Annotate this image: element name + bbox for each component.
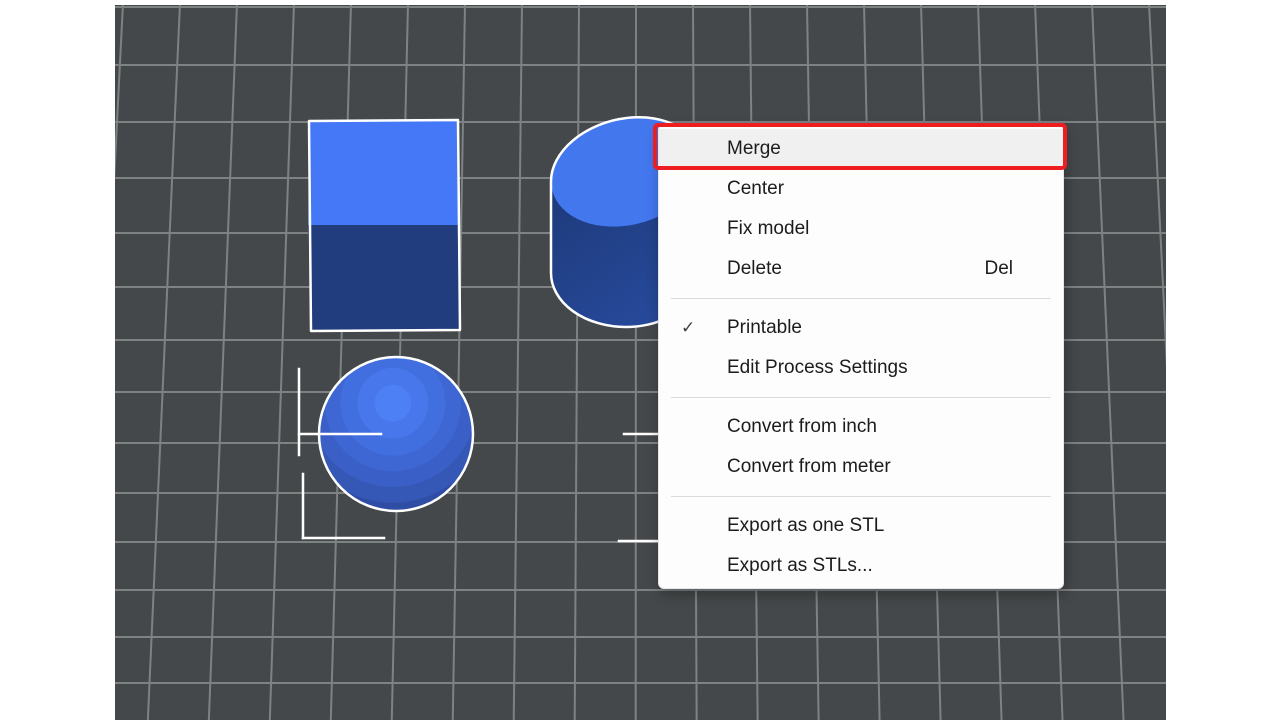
menu-item-label: Convert from inch [727, 416, 877, 438]
menu-item-label: Fix model [727, 218, 809, 240]
menu-item-center[interactable]: Center [659, 169, 1063, 209]
menu-item-export-as-one-stl[interactable]: Export as one STL [659, 506, 1063, 546]
menu-item-printable[interactable]: ✓ Printable [659, 308, 1063, 348]
menu-item-shortcut: Del [984, 258, 1063, 280]
menu-separator [671, 496, 1051, 497]
cube-front-face [308, 225, 460, 331]
menu-item-edit-process-settings[interactable]: Edit Process Settings [659, 348, 1063, 388]
slicer-screenshot: { "scene": { "plate_color": "#45484a", "… [0, 0, 1280, 720]
menu-item-label: Center [727, 178, 784, 200]
menu-item-label: Merge [727, 138, 781, 160]
checkmark-icon: ✓ [659, 318, 727, 338]
menu-item-fix-model[interactable]: Fix model [659, 209, 1063, 249]
menu-item-label: Printable [727, 317, 802, 339]
cube-model[interactable] [308, 120, 460, 331]
menu-separator [671, 298, 1051, 299]
menu-item-convert-from-meter[interactable]: Convert from meter [659, 447, 1063, 487]
menu-item-convert-from-inch[interactable]: Convert from inch [659, 407, 1063, 447]
menu-item-export-as-stls[interactable]: Export as STLs... [659, 546, 1063, 586]
cube-top-face [308, 120, 459, 225]
menu-item-label: Convert from meter [727, 456, 891, 478]
context-menu: Merge Center Fix model Delete Del ✓ Prin… [658, 124, 1064, 589]
menu-item-label: Export as one STL [727, 515, 884, 537]
menu-item-label: Edit Process Settings [727, 357, 908, 379]
menu-item-label: Export as STLs... [727, 555, 873, 577]
menu-item-label: Delete [727, 258, 782, 280]
menu-separator [671, 397, 1051, 398]
merge-highlight-annotation [653, 123, 1067, 170]
menu-item-merge[interactable]: Merge [659, 129, 1063, 169]
menu-item-delete[interactable]: Delete Del [659, 249, 1063, 289]
